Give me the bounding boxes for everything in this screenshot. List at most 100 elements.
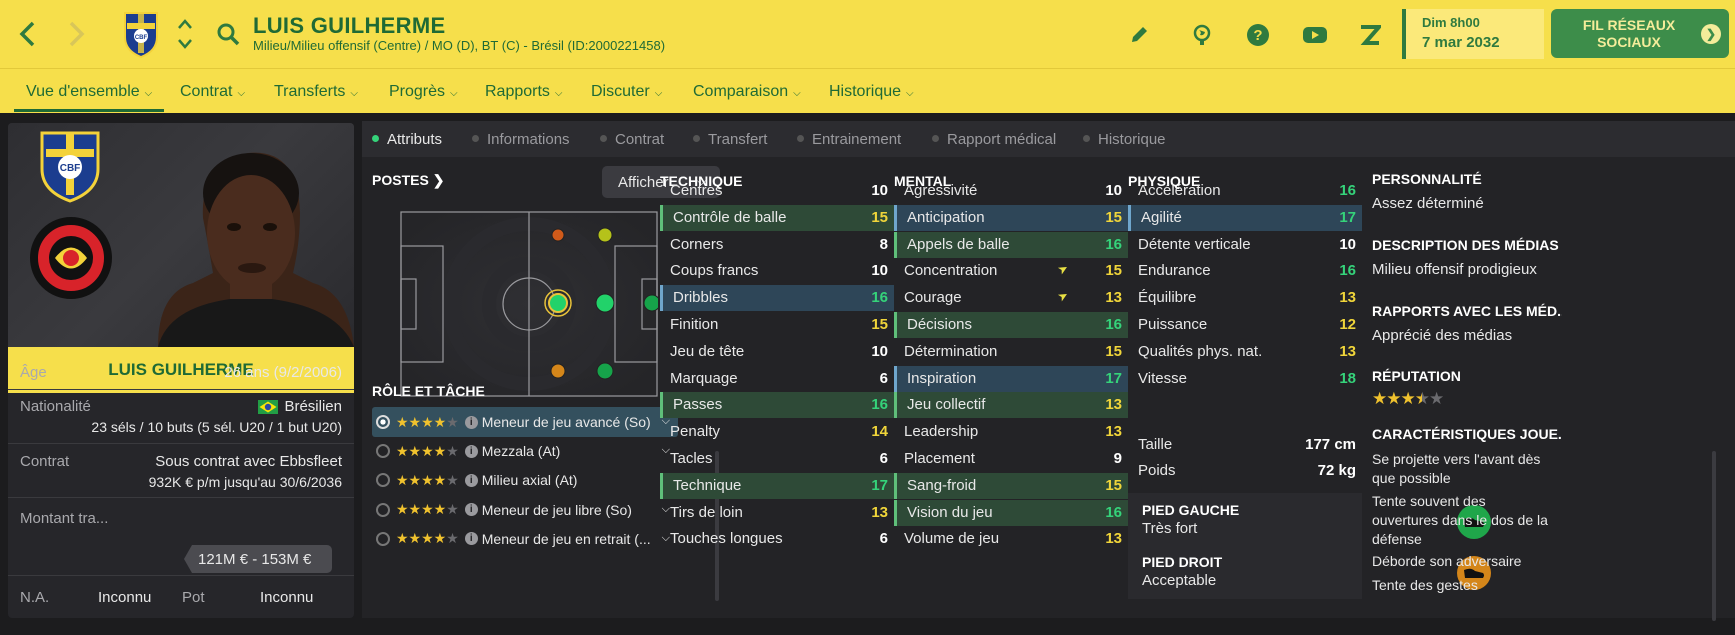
tab-transfer[interactable]: Transfert bbox=[693, 131, 767, 148]
help-icon[interactable]: ? bbox=[1244, 21, 1272, 49]
attribute-row[interactable]: Coups francs 10 bbox=[660, 258, 894, 284]
chevron-down-icon: ⌵ bbox=[793, 88, 801, 99]
attribute-row[interactable]: Détente verticale 10 bbox=[1128, 232, 1362, 258]
role-radio[interactable] bbox=[376, 531, 390, 546]
attribute-row[interactable]: Appels de balle 16 bbox=[894, 231, 1128, 258]
search-icon[interactable] bbox=[214, 20, 242, 48]
star-icon: ★ bbox=[1400, 389, 1416, 408]
attribute-row[interactable]: Dribbles 16 bbox=[660, 285, 894, 312]
role-item[interactable]: ★★★★★iMilieu axial (At)⌵ bbox=[372, 465, 678, 495]
svg-text:?: ? bbox=[1253, 27, 1262, 44]
attribute-row[interactable]: Vitesse 18 bbox=[1128, 366, 1362, 392]
nav-history[interactable]: Historique ⌵ bbox=[829, 83, 914, 101]
attribute-row[interactable]: Volume de jeu 13 bbox=[894, 526, 1128, 552]
nav-discuss[interactable]: Discuter ⌵ bbox=[591, 83, 662, 101]
attribute-name: Marquage bbox=[670, 369, 738, 387]
role-radio[interactable] bbox=[376, 444, 390, 459]
tab-label: Historique bbox=[1098, 131, 1166, 148]
role-item[interactable]: ★★★★★ i Mezzala (At) ⌵ bbox=[372, 436, 678, 466]
attribute-row[interactable]: Technique 17 bbox=[660, 472, 894, 499]
youtube-icon[interactable] bbox=[1300, 21, 1330, 49]
info-icon[interactable]: i bbox=[464, 473, 478, 487]
attribute-row[interactable]: Placement 9 bbox=[894, 446, 1128, 472]
role-radio[interactable] bbox=[376, 415, 390, 429]
nav-contract[interactable]: Contrat ⌵ bbox=[180, 83, 245, 101]
nav-overview[interactable]: Vue d'ensemble ⌵ bbox=[26, 83, 152, 101]
tab-medical[interactable]: Rapport médical bbox=[932, 131, 1056, 148]
forward-icon[interactable] bbox=[62, 18, 92, 50]
nav-progress[interactable]: Progrès ⌵ bbox=[389, 83, 458, 101]
attribute-row[interactable]: Puissance 12 bbox=[1128, 312, 1362, 338]
attribute-row[interactable]: Leadership 13 bbox=[894, 419, 1128, 445]
role-item[interactable]: ★★★★★ i Meneur de jeu libre (So) ⌵ bbox=[372, 495, 678, 525]
star-empty-icon: ★ bbox=[1429, 389, 1444, 408]
cbf-crest-icon: CBF bbox=[118, 8, 164, 60]
attribute-row[interactable]: Décisions 16 bbox=[894, 312, 1128, 338]
attribute-row[interactable]: Concentration 15 ➤ bbox=[894, 258, 1128, 284]
attribute-value: 12 bbox=[1339, 316, 1356, 333]
reputation-title: RÉPUTATION bbox=[1372, 368, 1461, 384]
attribute-row[interactable]: Marquage 6 bbox=[660, 366, 894, 392]
attribute-row[interactable]: Tirs de loin 13 bbox=[660, 500, 894, 526]
attribute-row[interactable]: Agilité 17 bbox=[1128, 204, 1362, 231]
trait-item: Déborde son adversaire bbox=[1372, 553, 1522, 569]
positions-pitch bbox=[400, 211, 658, 397]
attribute-row[interactable]: Sang-froid 15 bbox=[894, 472, 1128, 499]
attribute-row[interactable]: Équilibre 13 bbox=[1128, 285, 1362, 311]
attribute-row[interactable]: Touches longues 6 bbox=[660, 526, 894, 552]
attribute-name: Sang-froid bbox=[907, 476, 977, 494]
attribute-row[interactable]: Tacles 6 bbox=[660, 446, 894, 472]
tab-contract[interactable]: Contrat bbox=[600, 131, 664, 148]
traits-scrollbar[interactable] bbox=[1712, 451, 1716, 621]
attribute-row[interactable]: Vision du jeu 16 bbox=[894, 499, 1128, 526]
role-item[interactable]: ★★★★★ i Meneur de jeu avancé (So) ⌵ bbox=[372, 407, 678, 437]
position-dot-mc-natural[interactable] bbox=[548, 293, 568, 313]
nav-transfers[interactable]: Transferts ⌵ bbox=[274, 83, 358, 101]
attribute-row[interactable]: Agressivité 10 bbox=[894, 178, 1128, 204]
attribute-row[interactable]: Jeu de tête 10 bbox=[660, 339, 894, 365]
attribute-row[interactable]: Détermination 15 bbox=[894, 339, 1128, 365]
info-icon[interactable]: i bbox=[464, 532, 478, 546]
pencil-icon[interactable] bbox=[1126, 22, 1152, 48]
up-down-icon[interactable] bbox=[174, 14, 196, 54]
globe-icon[interactable] bbox=[1188, 21, 1216, 49]
attribute-row[interactable]: Jeu collectif 13 bbox=[894, 392, 1128, 419]
weight-row: Poids 72 kg bbox=[1128, 458, 1362, 484]
attribute-name: Jeu collectif bbox=[907, 396, 986, 414]
attribute-row[interactable]: Courage 13 ➤ bbox=[894, 285, 1128, 311]
back-icon[interactable] bbox=[12, 18, 42, 50]
tab-history[interactable]: Historique bbox=[1083, 131, 1166, 148]
attribute-row[interactable]: Corners 8 bbox=[660, 232, 894, 258]
attribute-row[interactable]: Inspiration 17 bbox=[894, 365, 1128, 392]
positions-title[interactable]: POSTES ❯ bbox=[372, 172, 444, 189]
z-icon[interactable] bbox=[1356, 21, 1384, 49]
nav-reports[interactable]: Rapports ⌵ bbox=[485, 83, 563, 101]
nationality-row[interactable]: Nationalité Brésilien 23 séls / 10 buts … bbox=[8, 398, 354, 438]
attribute-row[interactable]: Finition 15 bbox=[660, 312, 894, 338]
role-radio[interactable] bbox=[376, 502, 390, 517]
social-feed-button[interactable]: FIL RÉSEAUX SOCIAUX ❯ bbox=[1551, 9, 1729, 58]
role-item[interactable]: ★★★★★ i Meneur de jeu en retrait (... ⌵ bbox=[372, 524, 678, 554]
info-icon[interactable]: i bbox=[464, 444, 478, 458]
role-label: Milieu axial (At) bbox=[481, 472, 578, 489]
attribute-row[interactable]: Centres 10 bbox=[660, 178, 894, 204]
tab-attributes[interactable]: Attributs bbox=[372, 131, 442, 148]
role-title: RÔLE ET TÂCHE bbox=[372, 383, 485, 399]
attribute-row[interactable]: Passes 16 bbox=[660, 392, 894, 419]
nav-comparison[interactable]: Comparaison ⌵ bbox=[693, 83, 801, 101]
attribute-name: Jeu de tête bbox=[670, 342, 745, 360]
role-radio[interactable] bbox=[376, 473, 390, 488]
attribute-row[interactable]: Contrôle de balle 15 bbox=[660, 204, 894, 231]
attribute-row[interactable]: Qualités phys. nat. 13 bbox=[1128, 339, 1362, 365]
contract-value: Sous contrat avec Ebbsfleet bbox=[155, 453, 342, 470]
info-icon[interactable]: i bbox=[464, 503, 478, 517]
info-icon[interactable]: i bbox=[464, 415, 478, 429]
attribute-name: Vitesse bbox=[1138, 369, 1187, 387]
attribute-row[interactable]: Endurance 16 bbox=[1128, 258, 1362, 284]
tab-training[interactable]: Entrainement bbox=[797, 131, 901, 148]
tab-information[interactable]: Informations bbox=[472, 131, 570, 148]
attribute-row[interactable]: Anticipation 15 bbox=[894, 204, 1128, 231]
contract-row: Contrat Sous contrat avec Ebbsfleet 932K… bbox=[8, 453, 354, 493]
attribute-row[interactable]: Penalty 14 bbox=[660, 419, 894, 445]
attribute-row[interactable]: Accélération 16 bbox=[1128, 178, 1362, 204]
